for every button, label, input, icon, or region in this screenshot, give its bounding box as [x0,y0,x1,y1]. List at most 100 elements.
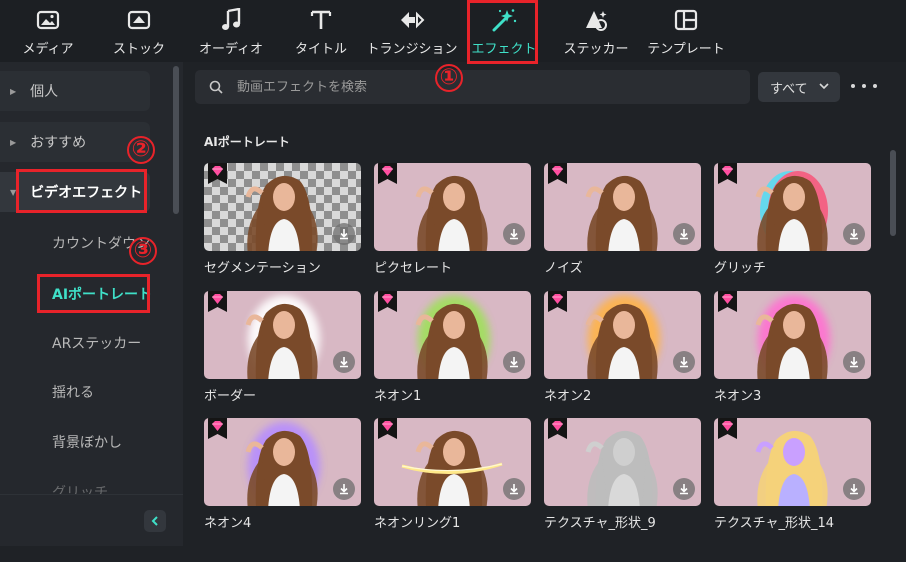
toolbar-label: トランジション [366,42,458,57]
effect-card[interactable]: セグメンテーション [204,163,361,276]
toolbar-label: メディア [22,42,74,57]
search-bar [195,70,750,104]
effect-label: テクスチャ_形状_9 [544,516,656,531]
toolbar-stock[interactable]: ストック [110,0,168,62]
download-icon[interactable] [503,478,525,500]
effect-card[interactable]: ネオン3 [714,291,871,404]
sidebar-subitem-background-blur[interactable]: 背景ぼかし [52,432,122,452]
music-note-icon [216,6,246,34]
section-title: AIポートレート [204,135,290,149]
toolbar-label: ストック [112,42,165,57]
toolbar-title[interactable]: タイトル [292,0,350,62]
premium-gem-icon [378,291,397,312]
sidebar-item-label: おすすめ [30,135,87,151]
download-icon[interactable] [503,351,525,373]
caret-down-icon: ▼ [10,187,17,197]
download-icon[interactable] [333,223,355,245]
effect-card[interactable]: ネオンリング1 [374,418,531,531]
toolbar-media[interactable]: メディア [18,0,78,62]
toolbar-effects[interactable]: エフェクト [471,0,537,62]
effect-card[interactable]: ノイズ [544,163,701,276]
category-sidebar: ▶ 個人 ▶ おすすめ ▼ ビデオエフェクト カウントダウン AIポートレート … [0,62,183,546]
effect-label: グリッチ [714,261,767,276]
toolbar-label: オーディオ [198,42,264,57]
toolbar-label: ステッカー [563,42,629,57]
sidebar-subitem-ar-sticker[interactable]: ARステッカー [52,333,141,353]
filter-label: すべて [770,81,808,97]
toolbar-audio[interactable]: オーディオ [199,0,263,62]
download-icon[interactable] [843,223,865,245]
effect-thumbnail[interactable] [204,418,361,506]
sidebar-item-personal[interactable]: ▶ 個人 [0,71,150,111]
effect-thumbnail[interactable] [544,163,701,251]
toolbar-sticker[interactable]: ステッカー [563,0,629,62]
effect-thumbnail[interactable] [204,291,361,379]
stock-icon [124,6,154,34]
media-icon [33,6,63,34]
filter-dropdown[interactable]: すべて [758,72,840,102]
download-icon[interactable] [673,223,695,245]
sidebar-item-label: ビデオエフェクト [30,185,143,201]
sidebar-item-video-effects[interactable]: ▼ ビデオエフェクト [0,172,150,212]
effect-thumbnail[interactable] [714,291,871,379]
transition-icon [397,6,427,34]
effect-thumbnail[interactable] [204,163,361,251]
download-icon[interactable] [843,351,865,373]
chevron-left-icon [151,516,158,526]
effect-card[interactable]: ネオン1 [374,291,531,404]
effects-panel: すべて AIポートレート セグメンテーション [183,62,906,546]
collapse-sidebar-button[interactable] [144,510,166,532]
premium-gem-icon [548,418,567,439]
download-icon[interactable] [333,351,355,373]
premium-gem-icon [208,418,227,439]
effect-thumbnail[interactable] [374,291,531,379]
download-icon[interactable] [503,223,525,245]
chevron-down-icon [819,83,829,90]
effect-label: ピクセレート [374,261,453,276]
effect-label: ネオン1 [374,389,422,404]
effect-card[interactable]: テクスチャ_形状_9 [544,418,701,531]
effect-thumbnail[interactable] [374,418,531,506]
effect-label: セグメンテーション [204,261,321,276]
main-scrollbar[interactable] [890,150,896,236]
toolbar-template[interactable]: テンプレート [647,0,725,62]
toolbar-label: エフェクト [471,42,537,57]
more-options-button[interactable] [851,76,877,96]
effect-card[interactable]: ネオン2 [544,291,701,404]
sticker-icon [581,6,611,34]
download-icon[interactable] [843,478,865,500]
annotation-step-3: ③ [129,237,157,265]
title-t-icon [306,6,336,34]
effect-thumbnail[interactable] [544,418,701,506]
effect-card[interactable]: ピクセレート [374,163,531,276]
premium-gem-icon [548,163,567,184]
download-icon[interactable] [673,478,695,500]
annotation-step-2: ② [127,136,155,164]
premium-gem-icon [378,418,397,439]
effect-label: テクスチャ_形状_14 [714,516,835,531]
toolbar-transition[interactable]: トランジション [367,0,458,62]
top-toolbar: メディア ストック オーディオ タイトル トランジション エフェクト ステッカー… [0,0,906,62]
download-icon[interactable] [673,351,695,373]
effect-card[interactable]: ネオン4 [204,418,361,531]
effect-label: ボーダー [204,389,257,404]
search-icon [209,80,223,94]
effect-card[interactable]: グリッチ [714,163,871,276]
effect-thumbnail[interactable] [544,291,701,379]
download-icon[interactable] [333,478,355,500]
effect-card[interactable]: ボーダー [204,291,361,404]
effect-thumbnail[interactable] [714,418,871,506]
effect-label: ネオン3 [714,389,762,404]
effect-thumbnail[interactable] [714,163,871,251]
sidebar-item-label: 個人 [30,84,59,100]
effect-thumbnail[interactable] [374,163,531,251]
premium-gem-icon [718,418,737,439]
sidebar-scrollbar[interactable] [173,66,179,214]
effect-label: ネオンリング1 [374,516,461,531]
caret-right-icon: ▶ [10,137,17,147]
effect-label: ネオン4 [204,516,252,531]
sidebar-subitem-shake[interactable]: 揺れる [52,382,94,402]
sidebar-subitem-ai-portrait[interactable]: AIポートレート [52,284,152,304]
effect-card[interactable]: テクスチャ_形状_14 [714,418,871,531]
premium-gem-icon [378,163,397,184]
